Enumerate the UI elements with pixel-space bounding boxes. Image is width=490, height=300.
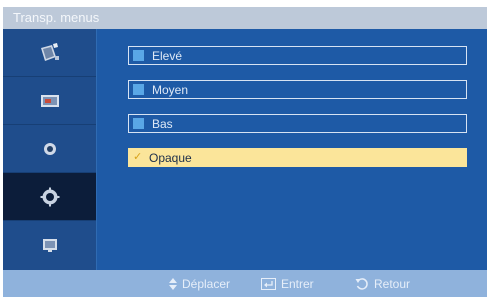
button-guide-bar: Déplacer Entrer Retour [3, 270, 487, 297]
option-marker [133, 118, 144, 129]
hint-move-label: Déplacer [182, 276, 231, 291]
setup-gear-icon [39, 186, 61, 208]
menu-title: Transp. menus [3, 7, 487, 29]
main-menu-sidebar [3, 29, 96, 270]
sidebar-item-setup[interactable] [3, 173, 96, 221]
hint-enter-label: Entrer [281, 276, 314, 291]
option-label: Moyen [152, 82, 189, 97]
sidebar-item-multi[interactable] [3, 221, 96, 269]
return-icon [355, 277, 369, 291]
sidebar-item-picture[interactable] [3, 29, 96, 77]
up-down-arrows-icon [169, 277, 177, 290]
option-moyen[interactable]: Moyen [128, 80, 467, 99]
osd-menu-window: Transp. menus Elevé Moyen Bas ✓ Opaque D… [3, 7, 487, 297]
checkmark-icon: ✓ [133, 151, 143, 163]
option-marker [133, 50, 144, 61]
hint-move: Déplacer [169, 270, 230, 297]
hint-return: Retour [355, 270, 410, 297]
option-opaque[interactable]: ✓ Opaque [128, 148, 467, 167]
enter-icon [261, 277, 276, 290]
option-label: Bas [152, 116, 173, 131]
option-marker [133, 84, 144, 95]
option-eleve[interactable]: Elevé [128, 46, 467, 65]
multi-display-icon [39, 236, 61, 254]
submenu-panel: Elevé Moyen Bas ✓ Opaque [97, 29, 487, 270]
option-bas[interactable]: Bas [128, 114, 467, 133]
sound-icon [41, 140, 59, 158]
picture-icon [38, 42, 62, 64]
hint-return-label: Retour [374, 276, 411, 291]
sidebar-item-input[interactable] [3, 77, 96, 125]
sidebar-item-sound[interactable] [3, 125, 96, 173]
input-source-icon [38, 92, 62, 110]
hint-enter: Entrer [261, 270, 314, 297]
option-label: Elevé [152, 48, 183, 63]
option-label: Opaque [149, 150, 192, 165]
